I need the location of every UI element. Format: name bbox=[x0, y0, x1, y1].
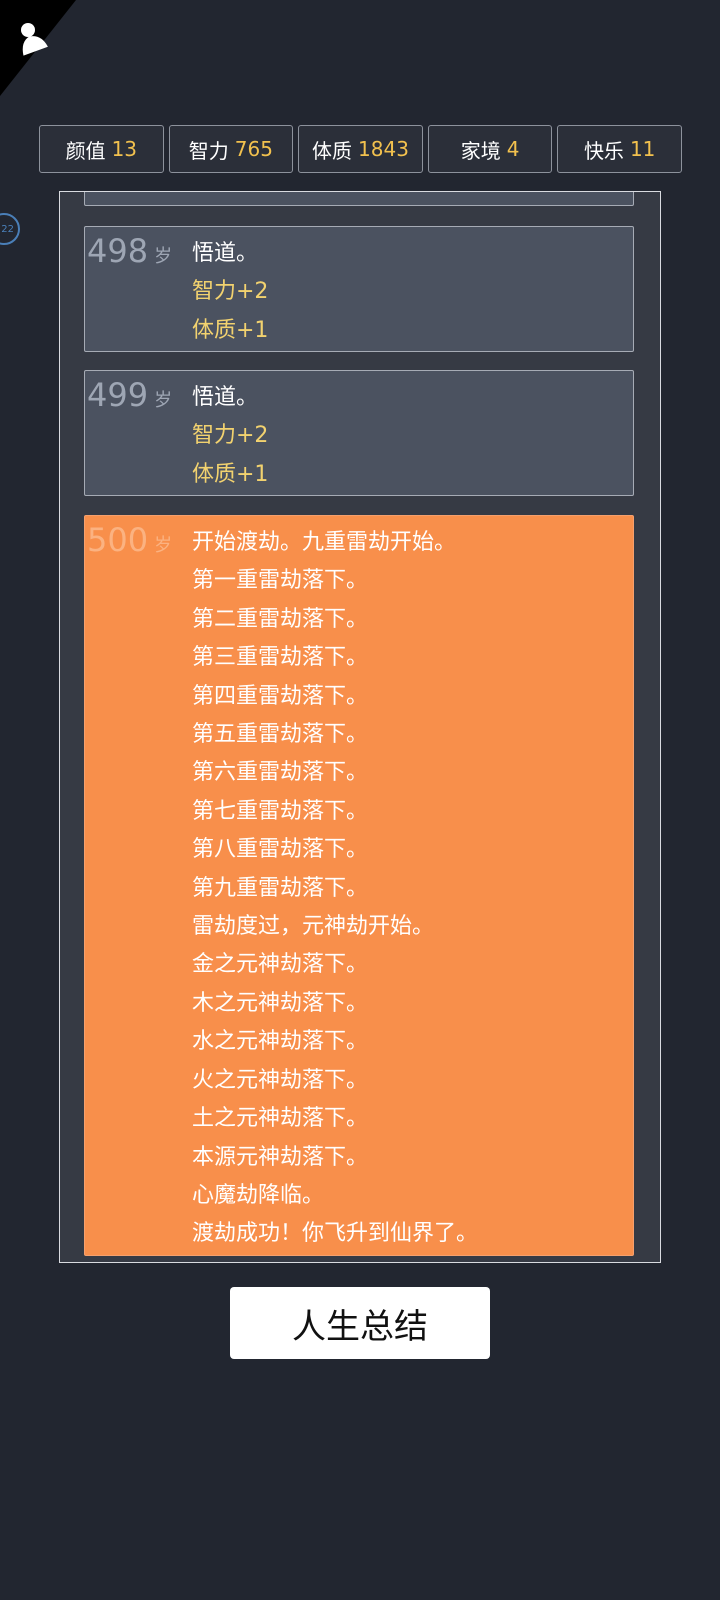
entry-line: 雷劫度过，元神劫开始。 bbox=[192, 914, 435, 940]
stat-label: 体质 bbox=[312, 138, 353, 163]
entry-line: 水之元神劫落下。 bbox=[192, 1029, 369, 1055]
entry-line: 悟道。 bbox=[192, 241, 259, 266]
age-unit: 岁 bbox=[154, 535, 173, 556]
stat-family: 家境 4 bbox=[427, 125, 553, 173]
entry-line: 第七重雷劫落下。 bbox=[192, 798, 369, 824]
life-log-panel[interactable]: 498 岁 悟道。 智力+2 体质+1 499 岁 悟道。 智力+2 体质+1 50… bbox=[59, 191, 661, 1263]
stat-label: 智力 bbox=[188, 138, 229, 163]
stat-value: 1843 bbox=[358, 137, 409, 161]
log-entry-highlighted: 500 岁 开始渡劫。九重雷劫开始。 第一重雷劫落下。 第二重雷劫落下。 第三重雷… bbox=[84, 515, 634, 1256]
life-summary-button[interactable]: 人生总结 bbox=[230, 1287, 490, 1359]
entry-line: 本源元神劫落下。 bbox=[192, 1144, 369, 1170]
stat-happiness: 快乐 11 bbox=[557, 125, 682, 173]
entry-line: 第三重雷劫落下。 bbox=[192, 645, 369, 671]
entry-line: 心魔劫降临。 bbox=[192, 1182, 325, 1208]
entry-line: 第九重雷劫落下。 bbox=[192, 875, 369, 901]
entry-line: 体质+1 bbox=[192, 317, 269, 343]
entry-lines: 悟道。 智力+2 体质+1 bbox=[192, 235, 268, 350]
entry-lines: 开始渡劫。九重雷劫开始。 第一重雷劫落下。 第二重雷劫落下。 第三重雷劫落下。 … bbox=[192, 524, 478, 1254]
stat-constitution: 体质 1843 bbox=[298, 125, 423, 173]
entry-line: 第二重雷劫落下。 bbox=[192, 606, 369, 632]
age-unit: 岁 bbox=[154, 390, 173, 411]
entry-age: 498 岁 bbox=[87, 231, 172, 277]
entry-line: 渡劫成功！你飞升到仙界了。 bbox=[192, 1221, 479, 1247]
side-badge-text: 22 bbox=[1, 223, 14, 235]
stat-appearance: 颜值 13 bbox=[39, 125, 164, 173]
entry-line: 土之元神劫落下。 bbox=[192, 1106, 369, 1132]
stat-value: 13 bbox=[111, 137, 138, 161]
stat-value: 4 bbox=[506, 137, 520, 161]
stat-label: 颜值 bbox=[65, 138, 106, 163]
entry-line: 金之元神劫落下。 bbox=[192, 952, 369, 978]
age-number: 498 bbox=[87, 232, 149, 270]
entry-line: 第八重雷劫落下。 bbox=[192, 837, 369, 863]
entry-line: 第一重雷劫落下。 bbox=[192, 568, 369, 594]
age-number: 500 bbox=[87, 521, 149, 559]
stat-value: 11 bbox=[629, 137, 656, 161]
stat-value: 765 bbox=[234, 137, 273, 161]
stat-intelligence: 智力 765 bbox=[168, 125, 294, 173]
entry-age: 500 岁 bbox=[87, 520, 172, 566]
entry-age: 499 岁 bbox=[87, 375, 172, 421]
stat-label: 家境 bbox=[460, 138, 501, 163]
entry-line: 火之元神劫落下。 bbox=[192, 1067, 369, 1093]
entry-line: 智力+2 bbox=[192, 423, 269, 449]
entry-lines: 悟道。 智力+2 体质+1 bbox=[192, 379, 268, 494]
stats-bar: 颜值 13 智力 765 体质 1843 家境 4 快乐 11 bbox=[39, 125, 682, 173]
entry-line: 智力+2 bbox=[192, 279, 269, 305]
side-badge[interactable]: 22 bbox=[0, 213, 20, 245]
log-entry: 498 岁 悟道。 智力+2 体质+1 bbox=[84, 226, 634, 352]
pawn-icon[interactable] bbox=[16, 20, 48, 56]
entry-line: 木之元神劫落下。 bbox=[192, 990, 369, 1016]
log-entry: 499 岁 悟道。 智力+2 体质+1 bbox=[84, 370, 634, 496]
age-unit: 岁 bbox=[154, 246, 173, 267]
entry-line: 体质+1 bbox=[192, 461, 269, 487]
entry-line: 悟道。 bbox=[192, 385, 259, 410]
log-entry-previous bbox=[84, 192, 634, 206]
entry-line: 第五重雷劫落下。 bbox=[192, 722, 369, 748]
entry-line: 第四重雷劫落下。 bbox=[192, 683, 369, 709]
entry-line: 开始渡劫。九重雷劫开始。 bbox=[192, 530, 457, 555]
entry-line: 第六重雷劫落下。 bbox=[192, 760, 369, 786]
stat-label: 快乐 bbox=[583, 138, 624, 163]
age-number: 499 bbox=[87, 376, 149, 414]
